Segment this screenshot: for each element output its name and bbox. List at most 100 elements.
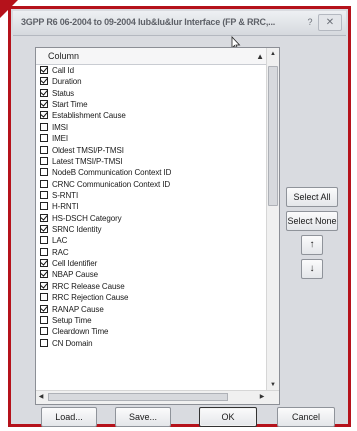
row-label: Oldest TMSI/P-TMSI	[52, 145, 124, 155]
row-label: Latest TMSI/P-TMSI	[52, 156, 123, 166]
list-item[interactable]: Duration	[36, 76, 267, 87]
vertical-scrollbar[interactable]: ▲ ▼	[266, 48, 279, 391]
row-checkbox[interactable]	[40, 77, 48, 86]
row-checkbox[interactable]	[40, 236, 48, 245]
list-item[interactable]: H-RNTI	[36, 201, 267, 212]
row-label: IMSI	[52, 122, 69, 132]
row-checkbox[interactable]	[40, 293, 48, 302]
row-checkbox[interactable]	[40, 213, 48, 222]
row-checkbox[interactable]	[40, 190, 48, 199]
row-label: CN Domain	[52, 338, 93, 348]
row-label: Call Id	[52, 66, 74, 75]
row-checkbox[interactable]	[40, 179, 48, 188]
dialog-window: 3GPP R6 06-2004 to 09-2004 Iub&Iu&Iur In…	[8, 6, 351, 427]
row-checkbox[interactable]	[40, 111, 48, 120]
column-rows: Call Id Duration Status Start Time Establish…	[36, 65, 267, 391]
list-item[interactable]: HS-DSCH Category	[36, 213, 267, 224]
list-item[interactable]: Status	[36, 88, 267, 99]
load-button[interactable]: Load...	[41, 407, 97, 427]
row-checkbox[interactable]	[40, 168, 48, 177]
row-checkbox[interactable]	[40, 88, 48, 97]
row-label: S-RNTI	[52, 190, 79, 200]
list-item[interactable]: Cleardown Time	[36, 326, 267, 337]
row-label: SRNC Identity	[52, 225, 102, 235]
list-item[interactable]: LAC	[36, 235, 267, 246]
help-button[interactable]: ?	[302, 15, 318, 29]
list-item[interactable]: IMSI	[36, 122, 267, 133]
row-checkbox[interactable]	[40, 66, 48, 74]
column-header[interactable]: Column ▲	[36, 48, 267, 65]
row-checkbox[interactable]	[40, 315, 48, 324]
sort-arrow-icon: ▲	[256, 52, 264, 61]
row-label: Start Time	[52, 100, 88, 110]
list-item[interactable]: Oldest TMSI/P-TMSI	[36, 145, 267, 156]
column-list[interactable]: Column ▲ Call Id Duration Status Start Time…	[35, 47, 280, 405]
row-label: IMEI	[52, 134, 69, 144]
row-label: Status	[52, 88, 75, 98]
row-label: Establishment Cause	[52, 111, 126, 121]
scroll-up-icon[interactable]: ▲	[267, 48, 279, 60]
move-down-arrow-icon[interactable]: ↓	[301, 259, 323, 279]
title-bar[interactable]: 3GPP R6 06-2004 to 09-2004 Iub&Iu&Iur In…	[13, 11, 346, 36]
list-item[interactable]: RAC	[36, 247, 267, 258]
list-item[interactable]: Establishment Cause	[36, 110, 267, 121]
row-checkbox[interactable]	[40, 327, 48, 336]
row-checkbox[interactable]	[40, 247, 48, 256]
cancel-button[interactable]: Cancel	[277, 407, 335, 427]
row-label: Duration	[52, 77, 82, 87]
row-checkbox[interactable]	[40, 156, 48, 165]
scroll-right-icon[interactable]: ▶	[257, 391, 267, 404]
column-header-label: Column	[48, 51, 80, 61]
row-checkbox[interactable]	[40, 304, 48, 313]
row-checkbox[interactable]	[40, 100, 48, 109]
list-item[interactable]: S-RNTI	[36, 190, 267, 201]
row-checkbox[interactable]	[40, 281, 48, 290]
list-item[interactable]: Setup Time	[36, 315, 267, 326]
horizontal-scroll-thumb[interactable]	[48, 393, 228, 401]
list-item[interactable]: SRNC Identity	[36, 224, 267, 235]
row-checkbox[interactable]	[40, 134, 48, 143]
list-item[interactable]: RRC Rejection Cause	[36, 292, 267, 303]
row-label: Cleardown Time	[52, 327, 109, 337]
row-checkbox[interactable]	[40, 338, 48, 347]
row-checkbox[interactable]	[40, 122, 48, 131]
list-item[interactable]: CRNC Communication Context ID	[36, 179, 267, 190]
list-item[interactable]: NodeB Communication Context ID	[36, 167, 267, 178]
horizontal-scrollbar[interactable]: ◀ ▶	[36, 390, 279, 404]
save-button[interactable]: Save...	[115, 407, 171, 427]
list-item[interactable]: NBAP Cause	[36, 269, 267, 280]
list-item[interactable]: RANAP Cause	[36, 304, 267, 315]
list-item[interactable]: Cell Identifier	[36, 258, 267, 269]
row-checkbox[interactable]	[40, 259, 48, 268]
row-label: RAC	[52, 247, 69, 257]
row-label: RANAP Cause	[52, 304, 104, 314]
move-up-arrow-icon[interactable]: ↑	[301, 235, 323, 255]
row-label: Cell Identifier	[52, 259, 98, 269]
dialog-title: 3GPP R6 06-2004 to 09-2004 Iub&Iu&Iur In…	[21, 17, 276, 27]
list-item[interactable]: IMEI	[36, 133, 267, 144]
close-button[interactable]: ✕	[318, 14, 342, 31]
row-checkbox[interactable]	[40, 145, 48, 154]
row-checkbox[interactable]	[40, 270, 48, 279]
row-checkbox[interactable]	[40, 225, 48, 234]
select-none-button[interactable]: Select None	[286, 211, 338, 231]
row-label: LAC	[52, 236, 68, 246]
list-item[interactable]: Start Time	[36, 99, 267, 110]
row-label: NodeB Communication Context ID	[52, 168, 172, 178]
list-item[interactable]: RRC Release Cause	[36, 281, 267, 292]
list-item[interactable]: Call Id	[36, 65, 267, 76]
row-label: CRNC Communication Context ID	[52, 179, 171, 189]
vertical-scroll-thumb[interactable]	[268, 66, 278, 206]
row-checkbox[interactable]	[40, 202, 48, 211]
row-label: RRC Rejection Cause	[52, 293, 129, 303]
select-all-button[interactable]: Select All	[286, 187, 338, 207]
ok-button[interactable]: OK	[199, 407, 257, 427]
list-item[interactable]: Latest TMSI/P-TMSI	[36, 156, 267, 167]
row-label: Setup Time	[52, 315, 92, 325]
corner-arrow-icon	[0, 0, 18, 18]
row-label: H-RNTI	[52, 202, 79, 212]
row-label: RRC Release Cause	[52, 281, 125, 291]
list-item[interactable]: CN Domain	[36, 338, 267, 349]
scroll-left-icon[interactable]: ◀	[36, 391, 46, 404]
row-label: NBAP Cause	[52, 270, 98, 280]
